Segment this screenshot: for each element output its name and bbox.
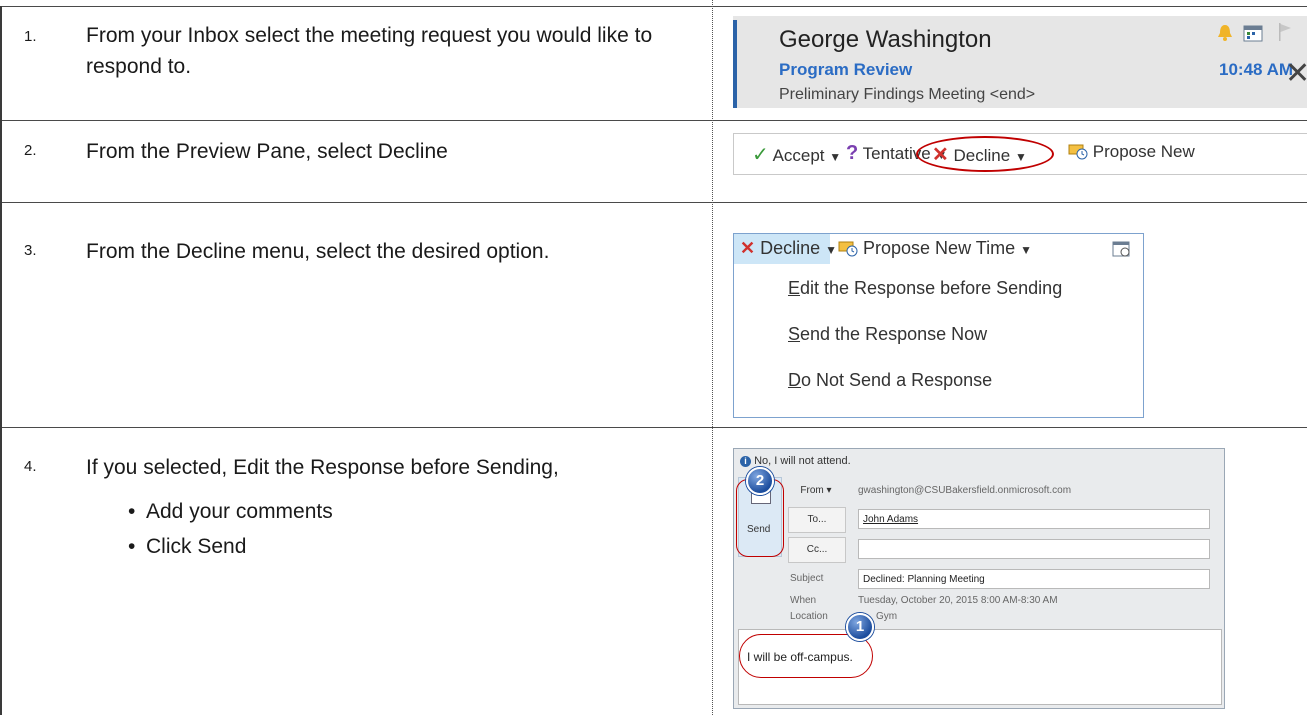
- bullet-item: Click Send: [128, 529, 333, 564]
- step-number: 3.: [24, 242, 37, 259]
- propose-new-time-button[interactable]: Propose New: [1068, 142, 1195, 162]
- flag-icon[interactable]: [1277, 22, 1293, 42]
- step-text: If you selected, Edit the Response befor…: [86, 456, 559, 479]
- step-badge-1: 1: [846, 613, 874, 641]
- to-field[interactable]: John Adams: [858, 509, 1210, 529]
- menu-item-send-now[interactable]: Send the Response Now: [788, 324, 987, 345]
- question-icon: ?: [846, 142, 859, 164]
- table-border-left: [0, 6, 2, 715]
- menu-item-do-not-send[interactable]: Do Not Send a Response: [788, 370, 992, 391]
- from-value: gwashington@CSUBakersfield.onmicrosoft.c…: [858, 485, 1072, 496]
- calendar-icon[interactable]: [1112, 240, 1132, 258]
- to-button[interactable]: To...: [788, 507, 846, 533]
- when-value: Tuesday, October 20, 2015 8:00 AM-8:30 A…: [858, 595, 1058, 606]
- decline-label: Decline: [760, 238, 821, 258]
- message-preview: Preliminary Findings Meeting <end>: [779, 86, 1036, 103]
- cc-button[interactable]: Cc...: [788, 537, 846, 563]
- checkmark-icon: ✓: [752, 144, 769, 166]
- bullet-list: Add your comments Click Send: [128, 494, 333, 564]
- cc-field[interactable]: [858, 539, 1210, 559]
- close-icon[interactable]: ✕: [1285, 56, 1307, 91]
- menu-item-edit-response[interactable]: Edit the Response before Sending: [788, 278, 1062, 299]
- calendar-icon: [1243, 25, 1263, 42]
- highlight-circle: [916, 136, 1054, 172]
- inbox-message-item[interactable]: George Washington Program Review Prelimi…: [733, 16, 1307, 108]
- chevron-down-icon: ▼: [829, 150, 842, 164]
- subject-field[interactable]: Declined: Planning Meeting: [858, 569, 1210, 589]
- propose-label: Propose New: [1092, 142, 1195, 161]
- subject-label: Subject: [790, 573, 824, 584]
- bullet-item: Add your comments: [128, 494, 333, 529]
- when-label: When: [790, 595, 817, 606]
- info-icon: i: [740, 456, 751, 467]
- bell-icon: [1218, 25, 1232, 41]
- step-number: 2.: [24, 142, 37, 159]
- row-divider: [0, 120, 1307, 121]
- compose-window: i No, I will not attend. Send 2 From ▾ g…: [733, 448, 1225, 709]
- decline-x-icon: ✕: [740, 238, 756, 258]
- step-text: From your Inbox select the meeting reque…: [86, 24, 653, 78]
- location-label: Location: [790, 611, 828, 622]
- selection-bar: [733, 20, 737, 108]
- menu-header: ✕ Decline ▼ Propose New Time ▼: [734, 234, 1143, 266]
- step-text: From the Decline menu, select the desire…: [86, 240, 550, 263]
- decline-header-item[interactable]: ✕ Decline ▼: [740, 238, 837, 259]
- message-sender: George Washington: [779, 26, 992, 53]
- accept-label: Accept: [772, 146, 825, 165]
- table-border-top: [0, 6, 1307, 7]
- step-number: 4.: [24, 458, 37, 475]
- info-text: No, I will not attend.: [754, 455, 851, 467]
- chevron-down-icon: ▼: [825, 243, 838, 257]
- chevron-down-icon: ▼: [1020, 243, 1032, 257]
- row-divider: [0, 427, 1307, 428]
- propose-new-time-item[interactable]: Propose New Time ▼: [838, 238, 1032, 259]
- propose-time-icon: [838, 241, 858, 257]
- body-text: I will be off-campus.: [747, 650, 853, 664]
- step-badge-2: 2: [746, 467, 774, 495]
- message-subject: Program Review: [779, 60, 913, 79]
- message-time: 10:48 AM: [1219, 60, 1294, 79]
- message-body[interactable]: I will be off-campus.: [738, 629, 1222, 705]
- propose-label: Propose New Time: [863, 238, 1016, 258]
- decline-dropdown-menu: ✕ Decline ▼ Propose New Time ▼ Edit the …: [733, 233, 1144, 418]
- row-divider: [0, 202, 1307, 203]
- propose-time-icon: [1068, 144, 1088, 160]
- accept-button[interactable]: ✓ Accept ▼: [752, 142, 841, 167]
- step-number: 1.: [24, 28, 37, 45]
- response-toolbar: ✓ Accept ▼ ? Tentative ▼ ✕ Decline ▼ Pro…: [733, 133, 1307, 175]
- from-button[interactable]: From ▾: [788, 479, 844, 503]
- info-bar: i No, I will not attend.: [740, 455, 851, 467]
- step-text: From the Preview Pane, select Decline: [86, 140, 448, 163]
- location-value: Gym: [876, 611, 898, 622]
- column-divider: [712, 0, 713, 715]
